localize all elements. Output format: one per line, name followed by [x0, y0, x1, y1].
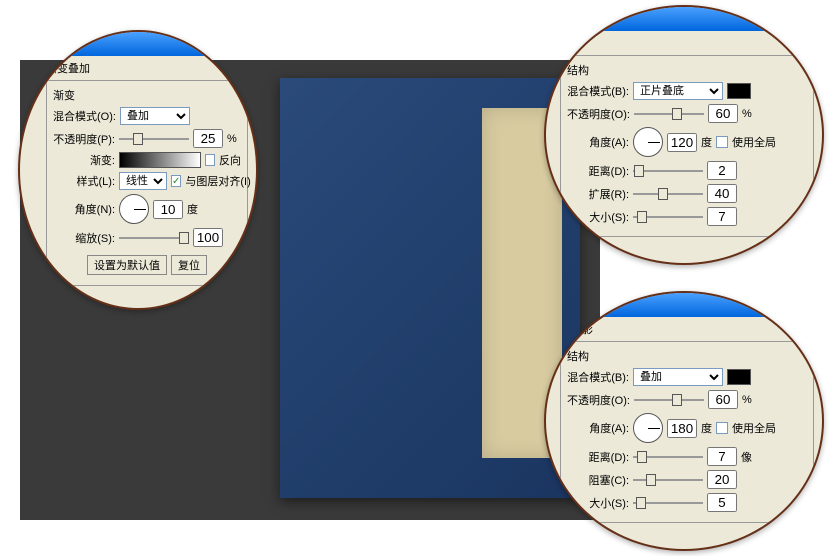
scale-label: 缩放(S):	[53, 230, 115, 246]
opacity-label: 不透明度(O):	[567, 392, 630, 408]
distance-label: 距离(D):	[567, 449, 629, 465]
opacity-label: 不透明度(O):	[567, 106, 630, 122]
spread-slider[interactable]	[633, 188, 703, 200]
angle-input[interactable]	[153, 200, 183, 219]
size-input[interactable]	[707, 493, 737, 512]
opacity-unit: %	[742, 394, 752, 406]
titlebar	[546, 7, 822, 31]
group-title: 结构	[567, 348, 807, 364]
section-title: 投影	[560, 35, 814, 51]
distance-input[interactable]	[707, 447, 737, 466]
spread-label: 扩展(R):	[567, 186, 629, 202]
reset-button[interactable]: 复位	[171, 255, 207, 275]
book-cover	[280, 78, 580, 498]
scale-input[interactable]	[193, 228, 223, 247]
section-title: 内阴影	[560, 321, 814, 337]
reverse-label: 反向	[219, 152, 241, 168]
choke-slider[interactable]	[633, 474, 703, 486]
global-light-label: 使用全局	[732, 420, 776, 436]
color-swatch[interactable]	[727, 83, 751, 99]
align-label: 与图层对齐(I)	[185, 173, 250, 189]
blend-mode-select[interactable]: 正片叠底	[633, 82, 723, 100]
opacity-input[interactable]	[708, 104, 738, 123]
angle-unit: 度	[701, 134, 712, 150]
group-title: 渐变	[53, 87, 241, 103]
global-light-checkbox[interactable]	[716, 136, 728, 148]
style-select[interactable]: 线性	[119, 172, 167, 190]
color-swatch[interactable]	[727, 369, 751, 385]
choke-input[interactable]	[707, 470, 737, 489]
angle-unit: 度	[701, 420, 712, 436]
size-slider[interactable]	[633, 211, 703, 223]
spread-input[interactable]	[707, 184, 737, 203]
angle-unit: 度	[187, 201, 198, 217]
blend-mode-label: 混合模式(O):	[53, 108, 116, 124]
angle-dial[interactable]	[633, 413, 663, 443]
opacity-label: 不透明度(P):	[53, 131, 115, 147]
opacity-input[interactable]	[708, 390, 738, 409]
distance-unit: 像	[741, 449, 752, 465]
group-title: 结构	[567, 62, 807, 78]
distance-label: 距离(D):	[567, 163, 629, 179]
angle-input[interactable]	[667, 419, 697, 438]
opacity-slider[interactable]	[119, 133, 189, 145]
style-label: 样式(L):	[53, 173, 115, 189]
distance-slider[interactable]	[633, 451, 703, 463]
reverse-checkbox[interactable]	[205, 154, 215, 166]
opacity-unit: %	[742, 108, 752, 120]
angle-label: 角度(N):	[53, 201, 115, 217]
distance-input[interactable]	[707, 161, 737, 180]
blend-mode-label: 混合模式(B):	[567, 83, 629, 99]
opacity-slider[interactable]	[634, 108, 704, 120]
angle-dial[interactable]	[119, 194, 149, 224]
set-default-button[interactable]: 设置为默认值	[87, 255, 167, 275]
size-slider[interactable]	[633, 497, 703, 509]
angle-label: 角度(A):	[567, 134, 629, 150]
blend-mode-select[interactable]: 叠加	[633, 368, 723, 386]
angle-label: 角度(A):	[567, 420, 629, 436]
align-checkbox[interactable]: ✓	[171, 175, 181, 187]
global-light-label: 使用全局	[732, 134, 776, 150]
drop-shadow-dialog: 投影 结构 混合模式(B): 正片叠底 不透明度(O): % 角度(A): 度 …	[544, 5, 824, 265]
titlebar	[20, 32, 256, 56]
inner-shadow-dialog: 内阴影 结构 混合模式(B): 叠加 不透明度(O): % 角度(A): 度 使…	[544, 291, 824, 551]
size-input[interactable]	[707, 207, 737, 226]
choke-label: 阻塞(C):	[567, 472, 629, 488]
blend-mode-select[interactable]: 叠加	[120, 107, 190, 125]
opacity-input[interactable]	[193, 129, 223, 148]
angle-dial[interactable]	[633, 127, 663, 157]
gradient-overlay-dialog: 渐变叠加 渐变 混合模式(O): 叠加 不透明度(P): % 渐变: 反向 样式…	[18, 30, 258, 310]
global-light-checkbox[interactable]	[716, 422, 728, 434]
opacity-slider[interactable]	[634, 394, 704, 406]
opacity-unit: %	[227, 133, 237, 145]
distance-slider[interactable]	[633, 165, 703, 177]
angle-input[interactable]	[667, 133, 697, 152]
gradient-preview[interactable]	[119, 152, 201, 168]
blend-mode-label: 混合模式(B):	[567, 369, 629, 385]
scale-slider[interactable]	[119, 232, 189, 244]
gradient-label: 渐变:	[53, 152, 115, 168]
